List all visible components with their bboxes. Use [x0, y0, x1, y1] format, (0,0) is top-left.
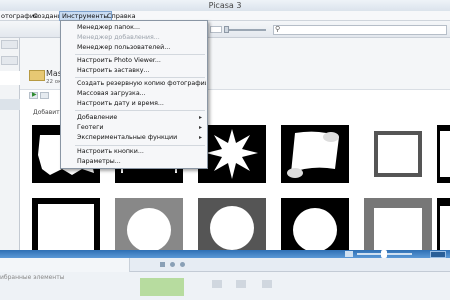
- menu-backup-photos[interactable]: Создать резервную копию фотографий...: [62, 79, 206, 89]
- sidebar-selected-item[interactable]: [0, 99, 20, 110]
- play-icon: ▶: [32, 91, 37, 98]
- zoom-slider-track[interactable]: [226, 29, 266, 31]
- rotate-left-icon[interactable]: [170, 262, 175, 267]
- menu-add-submenu[interactable]: Добавление ▸: [62, 113, 206, 123]
- thumb-frame-6[interactable]: [437, 125, 450, 183]
- menu-geotags-submenu[interactable]: Геотеги ▸: [62, 123, 206, 133]
- menu-configure-buttons[interactable]: Настроить кнопки...: [62, 147, 206, 157]
- thumb-frame-scroll[interactable]: [281, 125, 349, 183]
- menu-options[interactable]: Параметры...: [62, 157, 206, 167]
- title-bar: Picasa 3: [0, 0, 450, 11]
- menu-experimental-label: Экспериментальные функции: [77, 134, 178, 141]
- menu-configure-photo-viewer[interactable]: Настроить Photo Viewer...: [62, 56, 206, 66]
- folder-icon: [29, 70, 45, 81]
- submenu-arrow-icon: ▸: [198, 134, 202, 141]
- picasa-window: Picasa 3 отография Создание Инструменты …: [0, 0, 450, 300]
- thumb-frame-9[interactable]: [198, 198, 266, 250]
- thumbnail-size-icon: [345, 251, 353, 257]
- thumb-frame-3[interactable]: [198, 125, 266, 183]
- slideshow-button[interactable]: ▶: [29, 91, 38, 99]
- thumb-frame-5[interactable]: [364, 125, 432, 183]
- thumb-frame-12[interactable]: [437, 198, 450, 250]
- hold-icon[interactable]: [160, 262, 165, 267]
- menu-separator: [75, 77, 205, 78]
- menu-set-date-time[interactable]: Настроить дату и время...: [62, 99, 206, 109]
- thumb-frame-8[interactable]: [115, 198, 183, 250]
- search-input[interactable]: ⚲: [273, 25, 447, 35]
- menu-user-manager[interactable]: Менеджер пользователей...: [62, 43, 206, 53]
- menu-upload-manager: Менеджер добавления...: [77, 34, 160, 41]
- menu-configure-screensaver[interactable]: Настроить заставку...: [62, 66, 206, 76]
- thumb-frame-11[interactable]: [364, 198, 432, 250]
- menu-separator: [75, 145, 205, 146]
- thumb-frame-7[interactable]: [32, 198, 100, 250]
- thumb-frame-10[interactable]: [281, 198, 349, 250]
- menu-geotags-label: Геотеги: [77, 124, 104, 131]
- submenu-arrow-icon: ▸: [198, 124, 202, 131]
- zoom-field[interactable]: [210, 26, 222, 33]
- user-button[interactable]: [430, 251, 446, 258]
- status-band: [0, 250, 450, 258]
- thumbnail-size-handle[interactable]: [381, 250, 387, 258]
- window-title: Picasa 3: [208, 1, 242, 10]
- folder-sidebar: [0, 38, 20, 250]
- tray-box: [0, 258, 130, 272]
- sidebar-tab-1[interactable]: [1, 40, 18, 49]
- print-icon[interactable]: [236, 280, 246, 288]
- tools-dropdown-menu: Менеджер папок... Менеджер добавления...…: [60, 20, 208, 169]
- menu-separator: [75, 54, 205, 55]
- zoom-slider-handle[interactable]: [224, 26, 229, 33]
- sidebar-tab-2[interactable]: [1, 56, 18, 65]
- menu-separator: [75, 110, 205, 111]
- email-icon[interactable]: [212, 280, 222, 288]
- selection-tray: [0, 258, 450, 272]
- submenu-arrow-icon: ▸: [198, 114, 202, 121]
- rotate-right-icon[interactable]: [180, 262, 185, 267]
- menu-add-label: Добавление: [77, 114, 118, 121]
- sidebar-folder-item[interactable]: [0, 71, 20, 85]
- share-button[interactable]: [40, 92, 49, 99]
- menu-experimental-submenu[interactable]: Экспериментальные функции ▸: [62, 133, 206, 143]
- menu-folder-manager[interactable]: Менеджер папок...: [62, 23, 206, 33]
- export-icon[interactable]: [262, 280, 272, 288]
- bottom-panel: ибранные элементы: [0, 272, 450, 300]
- selected-items-label: ибранные элементы: [0, 274, 65, 281]
- upload-button[interactable]: [140, 278, 184, 296]
- menu-batch-upload[interactable]: Массовая загрузка...: [62, 89, 206, 99]
- search-icon: ⚲: [275, 25, 281, 33]
